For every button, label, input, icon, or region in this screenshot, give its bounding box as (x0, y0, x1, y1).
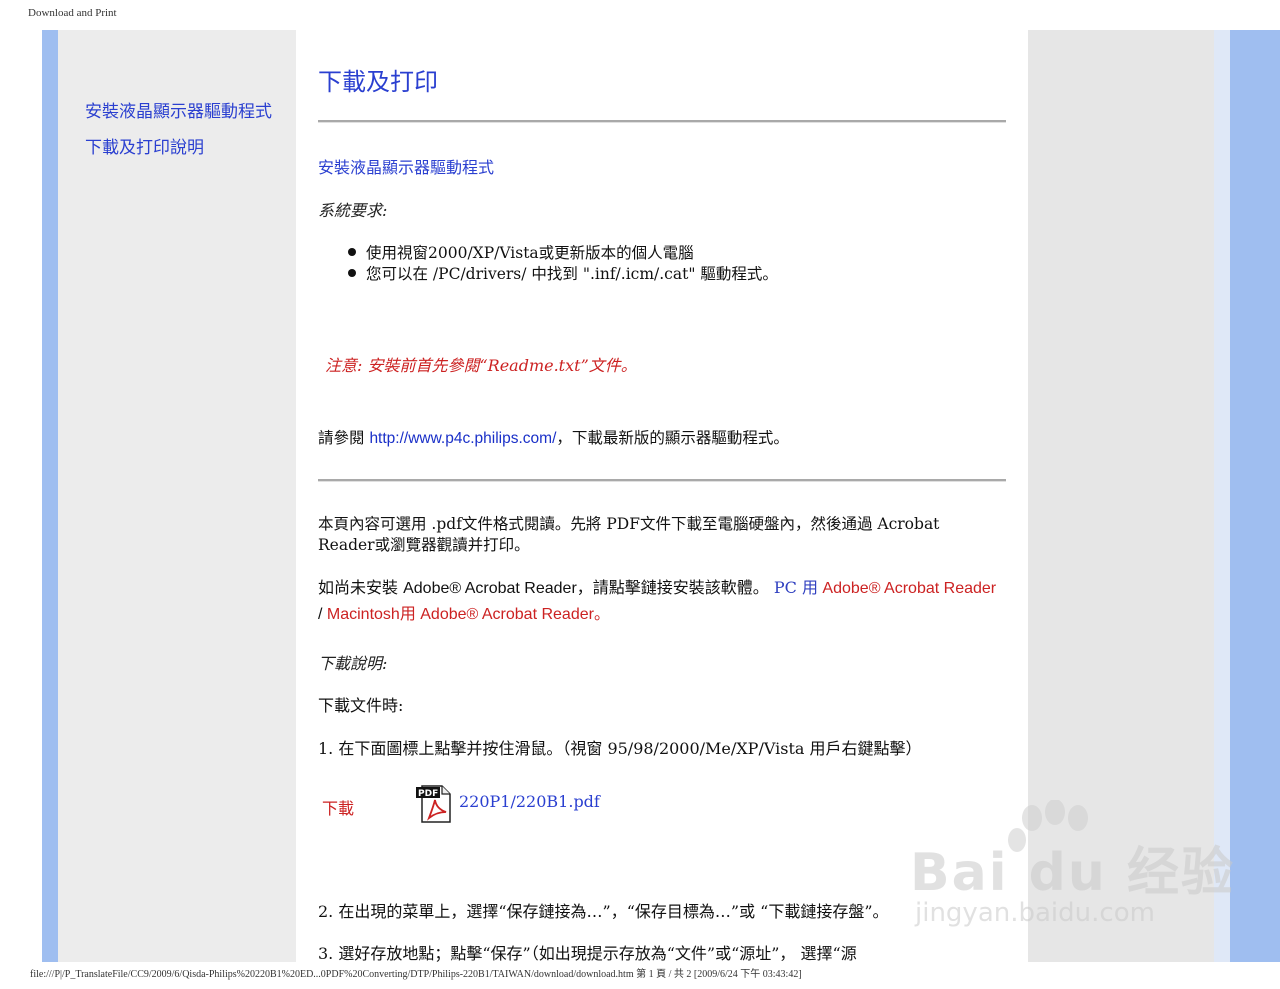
step-1: 1. 在下面圖標上點擊并按住滑鼠。（視窗 95/98/2000/Me/XP/Vi… (318, 739, 922, 758)
step-3: 3. 選好存放地點；點擊“保存”（如出現提示存放為“文件”或“源址”， 選擇“源 (318, 944, 857, 963)
divider (318, 120, 1006, 123)
requirements-list: 使用視窗2000/XP/Vista或更新版本的個人電腦 您可以在 /PC/dri… (346, 241, 778, 283)
right-accent-bar (1230, 30, 1280, 962)
acrobat-middle: ，請點擊鏈接安裝該軟體。 (576, 578, 774, 597)
divider (318, 479, 1006, 482)
pc-label: PC 用 (773, 578, 818, 597)
sidebar-item-download-print[interactable]: 下載及打印說明 (85, 133, 204, 158)
download-instructions-label: 下載說明: (318, 654, 388, 673)
print-header: Download and Print (28, 7, 117, 19)
system-requirements-label: 系統要求: (318, 201, 388, 220)
visit-website-line: 請參閱 http://www.p4c.philips.com/，下載最新版的顯示… (318, 426, 789, 448)
readme-note: 注意: 安裝前首先參閱“Readme.txt”文件。 (325, 356, 637, 375)
print-footer: file:///P|/P_TranslateFile/CC9/2009/6/Qi… (30, 969, 802, 980)
visit-suffix: ，下載最新版的顯示器驅動程式。 (556, 429, 789, 447)
acrobat-separator: / (318, 606, 327, 623)
visit-prefix: 請參閱 (318, 429, 370, 447)
right-panel (1028, 30, 1214, 962)
philips-url-link[interactable]: http://www.p4c.philips.com/ (369, 430, 556, 447)
list-item: 您可以在 /PC/drivers/ 中找到 ".inf/.icm/.cat" 驅… (346, 262, 778, 283)
pdf-info-paragraph: 本頁內容可選用 .pdf文件格式閱讀。先將 PDF文件下載至電腦硬盤內，然後通過… (318, 515, 940, 554)
sidebar-item-install-driver[interactable]: 安裝液晶顯示器驅動程式 (85, 97, 272, 122)
acrobat-end: 。 (593, 604, 610, 623)
download-file-label: 下載文件時: (318, 696, 404, 715)
pc-acrobat-link[interactable]: Adobe® Acrobat Reader (818, 580, 996, 597)
mac-acrobat-link[interactable]: Macintosh用 Adobe® Acrobat Reader (327, 606, 594, 623)
page-title: 下載及打印 (318, 68, 438, 96)
sidebar (58, 30, 296, 962)
acrobat-prefix: 如尚未安裝 (318, 578, 404, 597)
acrobat-product: Adobe® Acrobat Reader (403, 580, 577, 597)
step-2: 2. 在出現的菜單上，選擇“保存鏈接為…”，“保存目標為…”或 “下載鏈接存盤”… (318, 902, 889, 921)
pdf-file-icon[interactable]: PDF (416, 784, 452, 824)
left-accent-bar (42, 30, 58, 962)
download-label: 下載 (322, 799, 355, 818)
right-strip (1214, 30, 1230, 962)
section-title-driver: 安裝液晶顯示器驅動程式 (318, 158, 495, 177)
pdf-icon-text: PDF (418, 789, 438, 799)
list-item: 使用視窗2000/XP/Vista或更新版本的個人電腦 (346, 241, 778, 262)
pdf-download-link[interactable]: 220P1/220B1.pdf (459, 792, 600, 811)
acrobat-paragraph: 如尚未安裝 Adobe® Acrobat Reader，請點擊鏈接安裝該軟體。 … (318, 575, 998, 627)
